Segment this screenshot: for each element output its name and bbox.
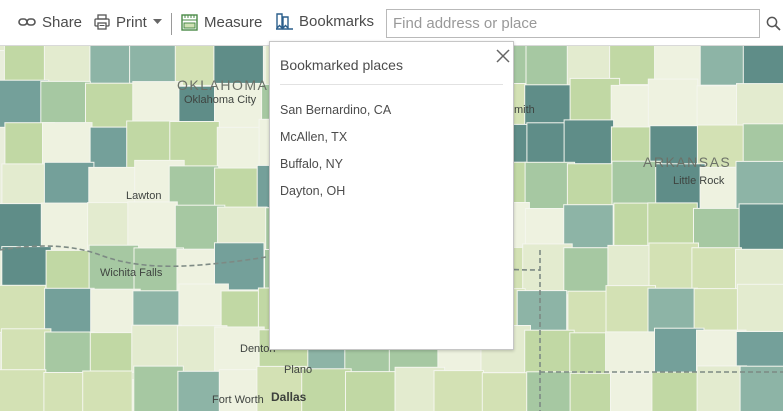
bookmark-item[interactable]: Dayton, OH	[280, 182, 391, 209]
measure-button[interactable]: Measure	[181, 0, 262, 44]
bookmark-item[interactable]: Buffalo, NY	[280, 155, 391, 182]
county-tile	[481, 372, 533, 411]
county-tile	[524, 329, 575, 378]
county-tile	[82, 370, 133, 411]
bookmark-item[interactable]: McAllen, TX	[280, 128, 391, 155]
county-tile	[0, 369, 47, 411]
county-tile	[0, 284, 47, 333]
map-label-little-rock: Little Rock	[673, 175, 725, 187]
map-label-lawton: Lawton	[126, 190, 162, 202]
printer-icon	[94, 14, 110, 30]
map-label-oklahoma-city: Oklahoma City	[184, 94, 257, 106]
county-tile	[43, 39, 95, 88]
share-label: Share	[42, 13, 83, 31]
print-label: Print	[116, 13, 147, 31]
county-tile	[566, 163, 618, 212]
county-tile	[43, 161, 95, 210]
share-button[interactable]: Share	[18, 0, 82, 44]
search-icon	[766, 16, 781, 31]
toolbar: Share Print Measure Bookmarks Find addre…	[0, 0, 783, 46]
county-tile	[648, 242, 699, 291]
county-tile	[214, 242, 265, 291]
link-icon	[18, 18, 36, 26]
bookmarks-icon	[276, 12, 293, 30]
map-label-wichita-falls: Wichita Falls	[100, 267, 163, 279]
county-tile	[345, 371, 396, 411]
county-tile	[133, 365, 184, 411]
bookmarks-button[interactable]: Bookmarks	[276, 0, 375, 44]
county-tile	[739, 365, 783, 411]
search-button[interactable]	[759, 9, 783, 38]
county-tile	[738, 203, 783, 252]
map-label-plano: Plano	[284, 364, 313, 376]
panel-title: Bookmarked places	[280, 57, 403, 73]
search-box	[386, 9, 783, 38]
county-tile	[691, 247, 742, 296]
county-tile	[735, 160, 783, 209]
county-tile	[0, 203, 46, 252]
map-label-smith: mith	[514, 104, 535, 116]
close-icon[interactable]	[494, 47, 512, 65]
county-tile	[131, 324, 182, 373]
print-button[interactable]: Print	[94, 0, 162, 44]
map-label-dallas: Dallas	[271, 390, 307, 404]
bookmark-item[interactable]: San Bernardino, CA	[280, 101, 391, 128]
bookmarks-panel: Bookmarked places San Bernardino, CA McAl…	[269, 41, 514, 350]
county-tile	[127, 201, 178, 250]
county-tile	[40, 202, 92, 251]
county-tile	[526, 371, 577, 411]
bookmarks-label: Bookmarks	[299, 12, 375, 30]
caret-down-icon	[152, 19, 162, 24]
map-label-arkansas: ARKANSAS	[643, 154, 732, 170]
county-tile	[651, 371, 702, 411]
county-tile	[0, 328, 52, 377]
county-tile	[736, 283, 783, 332]
measure-icon	[181, 13, 198, 31]
map-label-fort-worth: Fort Worth	[212, 394, 264, 406]
bookmark-list: San Bernardino, CA McAllen, TX Buffalo, NY…	[280, 101, 391, 209]
search-input[interactable]	[387, 10, 757, 37]
county-tile	[40, 80, 91, 129]
panel-divider	[280, 84, 503, 85]
county-tile	[563, 119, 615, 168]
county-tile	[433, 370, 484, 411]
measure-label: Measure	[204, 13, 263, 31]
county-tile	[647, 78, 699, 127]
toolbar-separator	[171, 13, 172, 35]
county-tile	[44, 287, 95, 336]
map-label-oklahoma: OKLAHOMA	[177, 77, 269, 93]
